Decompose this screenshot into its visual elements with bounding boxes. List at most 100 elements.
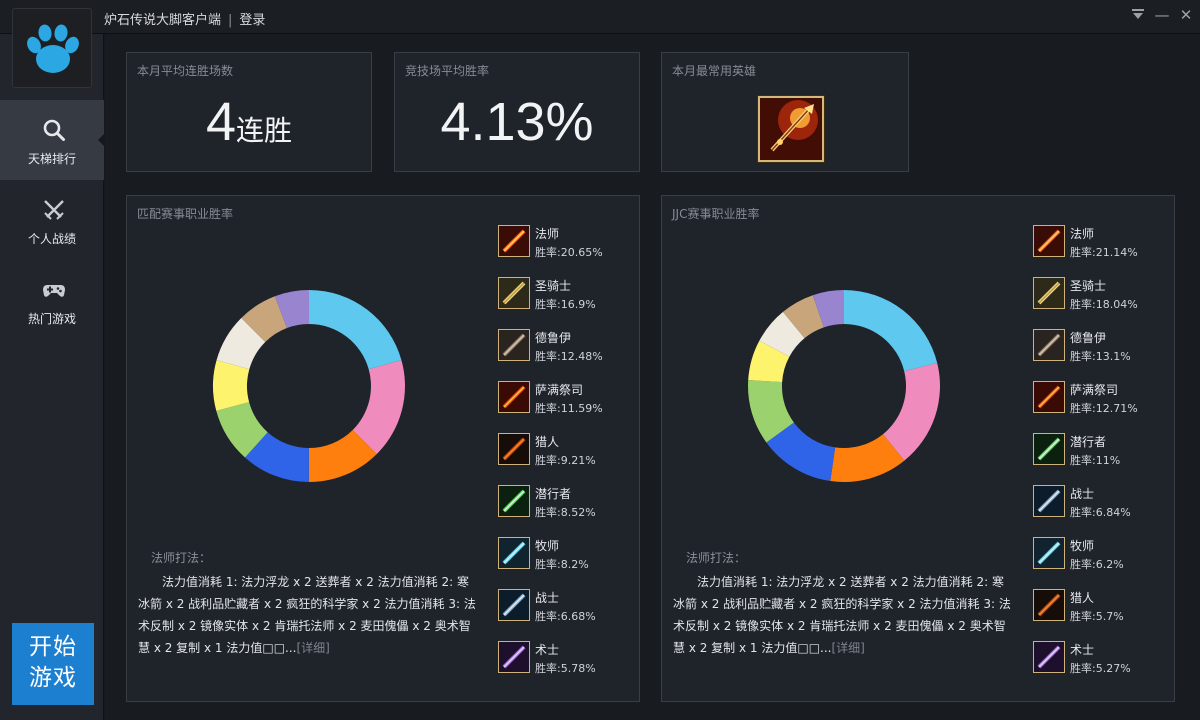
class-winrate: 胜率:18.04%	[1070, 298, 1138, 311]
class-name: 战士	[1070, 487, 1095, 501]
hunter-icon	[1033, 589, 1065, 621]
streak-value: 4	[205, 92, 237, 152]
ranked-donut-chart	[213, 290, 405, 483]
class-row: 猎人 胜率:9.21%	[498, 433, 638, 481]
close-button[interactable]: ✕	[1176, 6, 1196, 24]
class-row: 法师 胜率:21.14%	[1033, 225, 1173, 273]
gamepad-icon	[43, 285, 65, 297]
search-icon	[43, 119, 65, 141]
start-game-button[interactable]: 开始游戏	[12, 623, 94, 705]
class-winrate: 胜率:8.52%	[535, 506, 596, 519]
class-row: 法师胜率:20.65%	[498, 225, 638, 273]
paw-icon	[12, 8, 92, 88]
app-title: 炉石传说大脚客户端	[104, 13, 222, 28]
warlock-icon	[1033, 641, 1065, 673]
class-row: 圣骑士 胜率:18.04%	[1033, 277, 1173, 325]
minimize-button[interactable]: —	[1152, 6, 1172, 24]
streak-label: 本月平均连胜场数	[137, 64, 234, 78]
start-game-label: 开始游戏	[29, 634, 77, 691]
class-name: 圣骑士	[535, 279, 572, 293]
rogue-icon	[1033, 433, 1065, 465]
arena-class-winrate-panel: JJC赛事职业胜率 法师 胜率:21.14% 圣骑士 胜率:18.04% 德鲁伊 胜率:1…	[661, 195, 1175, 702]
class-row: 牧师 胜率:8.2%	[498, 537, 638, 585]
class-name: 萨满祭司	[1070, 383, 1119, 397]
class-winrate: 胜率:5.7%	[1070, 610, 1124, 623]
streak-value-area: 4连胜	[127, 91, 371, 153]
druid-icon	[1033, 329, 1065, 361]
top-hero-label: 本月最常用英雄	[672, 64, 757, 78]
class-row: 术士胜率:5.27%	[1033, 641, 1173, 689]
class-winrate: 胜率:6.84%	[1070, 506, 1131, 519]
donut-slice-法师	[309, 290, 402, 370]
class-row: 战士胜率:6.68%	[498, 589, 638, 637]
sidebar-item-label: 天梯排行	[27, 152, 76, 166]
class-name: 法师	[1070, 227, 1095, 241]
mage-hero-icon[interactable]	[758, 96, 824, 162]
class-name: 术士	[535, 643, 560, 657]
sidebar: 天梯排行 个人战绩 热门游戏 开始游戏	[0, 8, 105, 720]
class-row: 德鲁伊 胜率:12.48%	[498, 329, 638, 377]
streak-unit: 连胜	[236, 114, 293, 147]
class-name: 潜行者	[535, 487, 572, 501]
arena-winrate-card: 竞技场平均胜率 4.13%	[394, 52, 640, 172]
priest-icon	[498, 537, 530, 569]
shaman-icon	[1033, 381, 1065, 413]
paladin-icon	[1033, 277, 1065, 309]
deck-title: 法师打法：	[686, 551, 747, 565]
arena-donut-chart	[748, 290, 941, 483]
class-name: 德鲁伊	[535, 331, 572, 345]
dropdown-menu-icon[interactable]	[1128, 6, 1148, 24]
class-winrate: 胜率:11%	[1070, 454, 1121, 467]
class-row: 萨满祭司 胜率:11.59%	[498, 381, 638, 429]
class-row: 战士胜率:6.84%	[1033, 485, 1173, 533]
deck-detail-link[interactable]: [详细]	[831, 641, 864, 655]
mage-icon	[498, 225, 530, 257]
class-winrate: 胜率:12.71%	[1070, 402, 1138, 415]
warrior-icon	[498, 589, 530, 621]
class-row: 牧师胜率:6.2%	[1033, 537, 1173, 585]
class-winrate: 胜率:8.2%	[535, 558, 589, 571]
priest-icon	[1033, 537, 1065, 569]
donut-slice-法师	[844, 290, 938, 372]
class-name: 猎人	[1070, 591, 1095, 605]
class-row: 术士 胜率:5.78%	[498, 641, 638, 689]
deck-detail-link[interactable]: [详细]	[296, 641, 329, 655]
title-bar: 炉石传说大脚客户端 | 登录 — ✕	[0, 0, 1200, 34]
deck-list-text: 法力值消耗 1: 法力浮龙 x 2 送葬者 x 2 法力值消耗 2: 寒冰箭 x…	[138, 571, 478, 659]
class-name: 牧师	[1070, 539, 1095, 553]
druid-icon	[498, 329, 530, 361]
mage-icon	[1033, 225, 1065, 257]
class-winrate: 胜率:6.68%	[535, 610, 596, 623]
class-name: 猎人	[535, 435, 560, 449]
login-link[interactable]: 登录	[239, 13, 265, 28]
sidebar-item-hot-games[interactable]: 热门游戏	[0, 260, 104, 340]
arena-winrate-value-area: 4.13%	[395, 91, 639, 153]
panel-title: 匹配赛事职业胜率	[137, 207, 234, 221]
class-winrate: 胜率:5.27%	[1070, 662, 1131, 675]
rogue-icon	[498, 485, 530, 517]
class-winrate: 胜率:6.2%	[1070, 558, 1124, 571]
hunter-icon	[498, 433, 530, 465]
top-hero-card: 本月最常用英雄	[661, 52, 909, 172]
crossed-swords-icon	[44, 200, 64, 220]
class-winrate: 胜率:20.65%	[535, 246, 603, 259]
arena-winrate-value: 4.13%	[440, 92, 594, 152]
window-title-area: 炉石传说大脚客户端 | 登录	[104, 9, 265, 28]
class-name: 法师	[535, 227, 560, 241]
class-row: 潜行者胜率:8.52%	[498, 485, 638, 533]
class-name: 战士	[535, 591, 560, 605]
sidebar-item-label: 个人战绩	[27, 232, 76, 246]
sidebar-item-ladder[interactable]: 天梯排行	[0, 100, 105, 180]
class-winrate: 胜率:13.1%	[1070, 350, 1131, 363]
sidebar-item-label: 热门游戏	[27, 312, 76, 326]
title-separator: |	[228, 13, 233, 28]
sidebar-item-personal-record[interactable]: 个人战绩	[0, 180, 104, 260]
class-name: 术士	[1070, 643, 1095, 657]
ranked-class-winrate-panel: 匹配赛事职业胜率 法师 胜率:20.65% 圣骑士 胜率:16.9% 德鲁伊 胜率:12.…	[126, 195, 640, 702]
shaman-icon	[498, 381, 530, 413]
warrior-icon	[1033, 485, 1065, 517]
class-row: 德鲁伊 胜率:13.1%	[1033, 329, 1173, 377]
streak-card: 本月平均连胜场数 4连胜	[126, 52, 372, 172]
paladin-icon	[498, 277, 530, 309]
class-name: 潜行者	[1070, 435, 1107, 449]
